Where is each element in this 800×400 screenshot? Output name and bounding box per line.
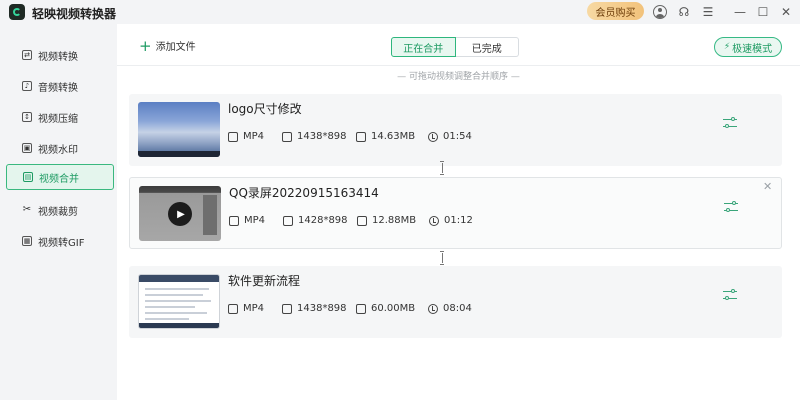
format-meta: MP4 xyxy=(228,131,264,142)
drag-hint: — 可拖动视频调整合并顺序 — xyxy=(397,72,520,82)
toolbar: + 添加文件 正在合并 已完成 ⚡ 极速模式 xyxy=(117,24,800,66)
format-meta: MP4 xyxy=(229,215,265,226)
clock-icon xyxy=(428,131,438,142)
video-format: MP4 xyxy=(243,303,265,314)
lightning-icon: ⚡ xyxy=(723,42,731,52)
merge-icon: ▤ xyxy=(23,172,33,182)
video-name: 软件更新流程 xyxy=(228,274,301,288)
sidebar-item-label: 视频压缩 xyxy=(38,113,78,125)
sidebar-item-label: 视频转换 xyxy=(38,51,78,63)
sidebar-item-label: 视频裁剪 xyxy=(38,206,78,218)
video-resolution: 1428*898 xyxy=(298,215,348,226)
video-format: MP4 xyxy=(244,215,266,226)
video-name: logo尺寸修改 xyxy=(228,102,302,116)
video-duration: 01:12 xyxy=(444,215,473,226)
video-duration: 01:54 xyxy=(443,131,472,142)
sidebar-item-audio-convert[interactable]: ♪ 音频转换 xyxy=(6,73,114,99)
video-thumbnail xyxy=(138,102,220,157)
play-icon[interactable]: ▶ xyxy=(168,202,192,226)
maximize-icon[interactable]: ☐ xyxy=(754,3,772,21)
settings-sliders-icon[interactable] xyxy=(722,116,738,130)
video-name: QQ录屏20220915163414 xyxy=(229,186,379,200)
resolution-meta: 1438*898 xyxy=(282,131,347,142)
file-size-icon xyxy=(357,215,367,226)
video-convert-icon: ⇄ xyxy=(22,50,32,60)
add-file-button[interactable]: + 添加文件 xyxy=(139,38,196,53)
gif-icon: ▦ xyxy=(22,236,32,246)
sidebar-item-video-watermark[interactable]: ▣ 视频水印 xyxy=(6,135,114,161)
sidebar-item-label: 视频合并 xyxy=(39,173,79,185)
duration-meta: 01:12 xyxy=(429,215,473,226)
file-size-icon xyxy=(356,303,366,314)
clock-icon xyxy=(428,303,438,314)
video-thumbnail xyxy=(138,274,220,329)
video-size: 14.63MB xyxy=(371,131,416,142)
resolution-meta: 1428*898 xyxy=(283,215,348,226)
tab-merging[interactable]: 正在合并 xyxy=(391,37,456,57)
app-logo-icon xyxy=(9,4,25,20)
video-list-item[interactable]: logo尺寸修改 MP4 1438*898 14.63MB 01:54 xyxy=(129,94,782,166)
scissors-icon: ✂ xyxy=(22,204,32,215)
resolution-icon xyxy=(282,303,292,314)
drag-handle-icon[interactable] xyxy=(440,251,446,265)
status-tabs: 正在合并 已完成 xyxy=(391,37,519,57)
title-bar: 轻映视频转换器 会员购买 ☊ ☰ — ☐ ✕ xyxy=(0,0,800,24)
settings-sliders-icon[interactable] xyxy=(723,200,739,214)
plus-icon: + xyxy=(139,36,152,55)
video-format: MP4 xyxy=(243,131,265,142)
duration-meta: 08:04 xyxy=(428,303,472,314)
sidebar-item-video-crop[interactable]: ✂ 视频裁剪 xyxy=(6,197,114,223)
size-meta: 14.63MB xyxy=(356,131,415,142)
resolution-meta: 1438*898 xyxy=(282,303,347,314)
vip-purchase-button[interactable]: 会员购买 xyxy=(587,2,644,20)
minimize-icon[interactable]: — xyxy=(731,3,749,21)
sidebar-item-label: 视频转GIF xyxy=(38,237,85,249)
sidebar-item-label: 视频水印 xyxy=(38,144,78,156)
fast-mode-toggle[interactable]: ⚡ 极速模式 xyxy=(714,37,782,57)
video-size: 60.00MB xyxy=(371,303,416,314)
format-meta: MP4 xyxy=(228,303,264,314)
tab-completed[interactable]: 已完成 xyxy=(455,37,519,57)
sidebar-item-video-compress[interactable]: ↕ 视频压缩 xyxy=(6,104,114,130)
sidebar-item-video-to-gif[interactable]: ▦ 视频转GIF xyxy=(6,228,114,254)
watermark-icon: ▣ xyxy=(22,143,32,153)
sidebar-item-video-merge[interactable]: ▤ 视频合并 xyxy=(6,164,114,190)
resolution-icon xyxy=(283,215,293,226)
size-meta: 60.00MB xyxy=(356,303,415,314)
video-list-item[interactable]: ▶ QQ录屏20220915163414 MP4 1428*898 12.88M… xyxy=(129,177,782,249)
menu-icon[interactable]: ☰ xyxy=(699,3,717,21)
video-thumbnail: ▶ xyxy=(139,186,221,241)
format-icon xyxy=(228,303,238,314)
drag-handle-icon[interactable] xyxy=(440,161,446,175)
format-icon xyxy=(228,131,238,142)
video-resolution: 1438*898 xyxy=(297,303,347,314)
app-title: 轻映视频转换器 xyxy=(32,7,117,21)
sidebar-item-video-convert[interactable]: ⇄ 视频转换 xyxy=(6,42,114,68)
compress-icon: ↕ xyxy=(22,112,32,122)
format-icon xyxy=(229,215,239,226)
duration-meta: 01:54 xyxy=(428,131,472,142)
headset-support-icon[interactable]: ☊ xyxy=(675,3,693,21)
main-panel: + 添加文件 正在合并 已完成 ⚡ 极速模式 — 可拖动视频调整合并顺序 — l… xyxy=(117,24,800,400)
clock-icon xyxy=(429,215,439,226)
size-meta: 12.88MB xyxy=(357,215,416,226)
sidebar-item-label: 音频转换 xyxy=(38,82,78,94)
sidebar: ⇄ 视频转换 ♪ 音频转换 ↕ 视频压缩 ▣ 视频水印 ▤ 视频合并 ✂ 视频裁… xyxy=(0,24,117,400)
video-duration: 08:04 xyxy=(443,303,472,314)
video-resolution: 1438*898 xyxy=(297,131,347,142)
audio-convert-icon: ♪ xyxy=(22,81,32,91)
settings-sliders-icon[interactable] xyxy=(722,288,738,302)
fast-mode-label: 极速模式 xyxy=(732,43,773,55)
file-size-icon xyxy=(356,131,366,142)
video-size: 12.88MB xyxy=(372,215,417,226)
add-file-label: 添加文件 xyxy=(155,42,196,53)
resolution-icon xyxy=(282,131,292,142)
video-list-item[interactable]: 软件更新流程 MP4 1438*898 60.00MB 08:04 xyxy=(129,266,782,338)
user-avatar-icon[interactable] xyxy=(651,3,669,21)
close-window-icon[interactable]: ✕ xyxy=(777,3,795,21)
remove-item-icon[interactable]: ✕ xyxy=(763,180,772,193)
